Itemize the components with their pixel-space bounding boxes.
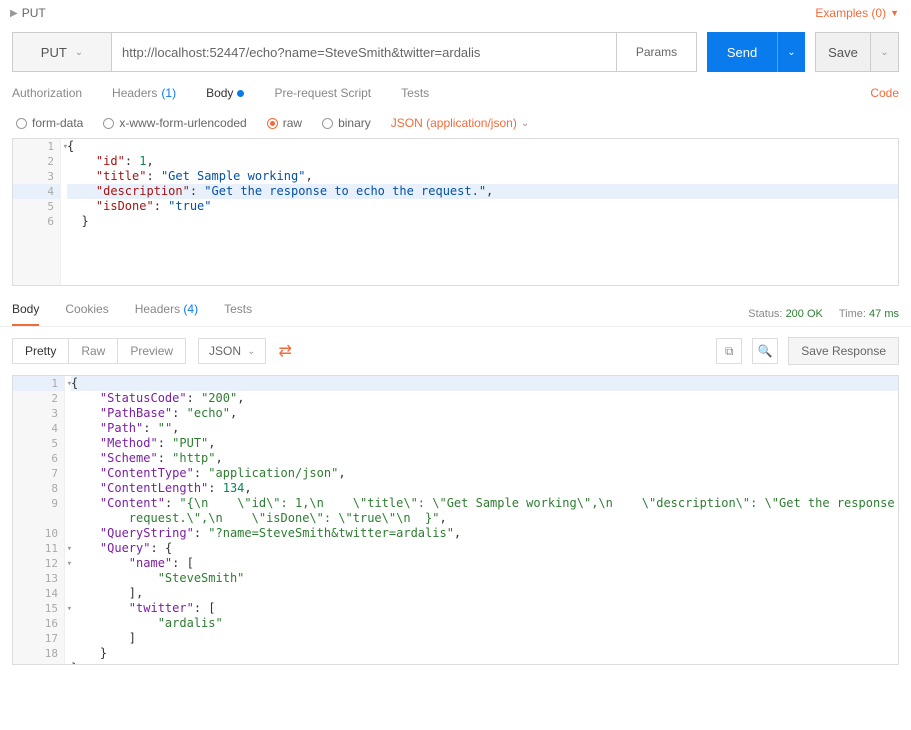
search-button[interactable]: 🔍 <box>752 338 778 364</box>
tab-label: Authorization <box>12 86 82 100</box>
tab-label: Body <box>206 86 233 100</box>
copy-button[interactable]: ⧉ <box>716 338 742 364</box>
wrap-lines-button[interactable]: ⇄ <box>278 341 291 361</box>
radio-raw[interactable]: raw <box>267 116 302 130</box>
wrap-icon: ⇄ <box>278 343 291 360</box>
status-label: Status: <box>748 308 782 320</box>
code-label: Code <box>870 86 899 100</box>
tab-label: Body <box>12 302 39 316</box>
code-area[interactable]: { "id": 1, "title": "Get Sample working"… <box>61 139 898 229</box>
time-label: Time: <box>839 308 866 320</box>
radio-label: raw <box>283 116 302 130</box>
radio-form-data[interactable]: form-data <box>16 116 83 130</box>
status-value: 200 OK <box>786 308 823 320</box>
response-meta: Status: 200 OK Time: 47 ms <box>748 308 899 320</box>
tab-prerequest[interactable]: Pre-request Script <box>274 86 371 106</box>
response-body-editor[interactable]: 1▾ 2 3 4 5 6 7 8 9 10 11▾ 12▾ 13 14 15▾ … <box>12 375 899 665</box>
request-body-editor[interactable]: 1▾ 2 3 4 5 6 { "id": 1, "title": "Get Sa… <box>12 138 899 286</box>
format-value: JSON <box>209 344 241 358</box>
radio-label: x-www-form-urlencoded <box>119 116 246 130</box>
tab-count: (1) <box>161 86 176 100</box>
tab-label: Headers <box>112 86 157 100</box>
tab-tests[interactable]: Tests <box>401 86 429 106</box>
tab-label: Cookies <box>65 302 108 316</box>
view-tab-raw[interactable]: Raw <box>69 339 118 363</box>
tab-label: Tests <box>224 302 252 316</box>
save-dropdown[interactable]: ⌄ <box>871 32 899 72</box>
save-response-button[interactable]: Save Response <box>788 337 899 365</box>
url-value: http://localhost:52447/echo?name=SteveSm… <box>122 45 480 60</box>
time-value: 47 ms <box>869 308 899 320</box>
search-icon: 🔍 <box>758 344 773 358</box>
tab-label: Headers <box>135 302 180 316</box>
params-button[interactable]: Params <box>617 32 697 72</box>
radio-icon <box>16 118 27 129</box>
radio-label: binary <box>338 116 371 130</box>
url-input[interactable]: http://localhost:52447/echo?name=SteveSm… <box>112 32 617 72</box>
save-response-label: Save Response <box>801 344 886 358</box>
code-area[interactable]: { "StatusCode": "200", "PathBase": "echo… <box>65 376 898 665</box>
tab-label: Raw <box>81 344 105 358</box>
examples-label: Examples (0) <box>815 6 886 20</box>
save-button[interactable]: Save <box>815 32 871 72</box>
tab-label: Pre-request Script <box>274 86 371 100</box>
chevron-down-icon: ⌄ <box>521 118 529 129</box>
send-label: Send <box>727 45 757 60</box>
examples-dropdown[interactable]: Examples (0) ▼ <box>815 6 899 20</box>
tab-label: Preview <box>130 344 173 358</box>
content-type-select[interactable]: JSON (application/json) ⌄ <box>391 116 529 130</box>
radio-icon <box>267 118 278 129</box>
chevron-down-icon: ⌄ <box>247 346 255 357</box>
radio-icon <box>322 118 333 129</box>
request-title-text: PUT <box>22 6 46 20</box>
copy-icon: ⧉ <box>725 344 734 359</box>
resp-tab-body[interactable]: Body <box>12 302 39 326</box>
tab-label: Pretty <box>25 344 56 358</box>
resp-tab-headers[interactable]: Headers (4) <box>135 302 198 326</box>
chevron-down-icon: ⌄ <box>880 47 888 58</box>
tab-body[interactable]: Body <box>206 86 244 106</box>
send-dropdown[interactable]: ⌄ <box>777 32 805 72</box>
tab-headers[interactable]: Headers (1) <box>112 86 176 106</box>
chevron-down-icon: ⌄ <box>787 47 795 58</box>
view-tab-pretty[interactable]: Pretty <box>13 339 69 363</box>
tab-label: Tests <box>401 86 429 100</box>
modified-dot-icon <box>237 90 244 97</box>
code-link[interactable]: Code <box>870 86 899 106</box>
view-mode-tabs: Pretty Raw Preview <box>12 338 186 364</box>
tab-count: (4) <box>183 302 198 316</box>
method-select[interactable]: PUT ⌄ <box>12 32 112 72</box>
chevron-down-icon: ⌄ <box>75 47 83 58</box>
content-type-value: JSON (application/json) <box>391 116 517 130</box>
tab-authorization[interactable]: Authorization <box>12 86 82 106</box>
method-value: PUT <box>41 45 67 60</box>
resp-tab-tests[interactable]: Tests <box>224 302 252 326</box>
view-tab-preview[interactable]: Preview <box>118 339 185 363</box>
radio-binary[interactable]: binary <box>322 116 371 130</box>
radio-label: form-data <box>32 116 83 130</box>
gutter: 1▾ 2 3 4 5 6 7 8 9 10 11▾ 12▾ 13 14 15▾ … <box>13 376 65 664</box>
resp-tab-cookies[interactable]: Cookies <box>65 302 108 326</box>
gutter: 1▾ 2 3 4 5 6 <box>13 139 61 285</box>
format-select[interactable]: JSON ⌄ <box>198 338 266 364</box>
send-button[interactable]: Send <box>707 32 777 72</box>
save-label: Save <box>828 45 858 60</box>
request-title[interactable]: ▶ PUT <box>10 6 46 20</box>
expand-icon: ▶ <box>10 8 18 19</box>
radio-icon <box>103 118 114 129</box>
params-label: Params <box>636 45 677 59</box>
chevron-down-icon: ▼ <box>890 8 899 18</box>
radio-xwww[interactable]: x-www-form-urlencoded <box>103 116 246 130</box>
